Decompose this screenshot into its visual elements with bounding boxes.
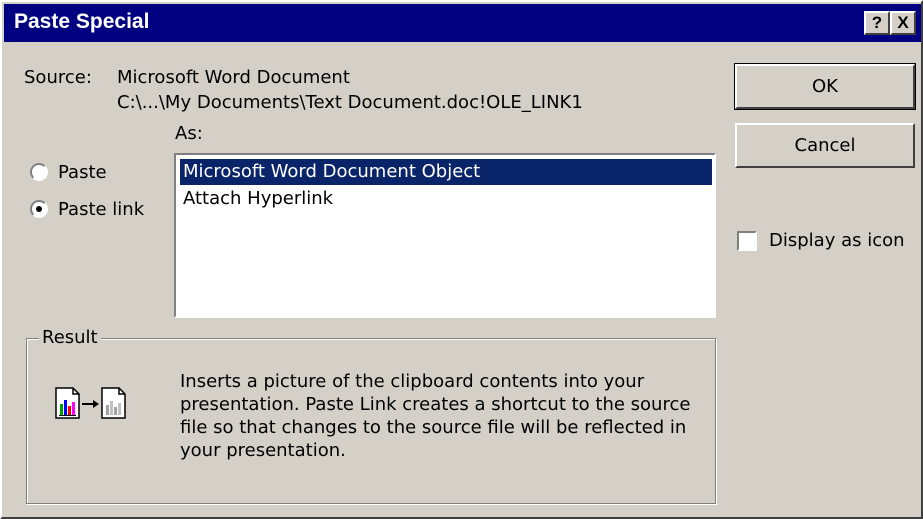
list-item-attach-hyperlink[interactable]: Attach Hyperlink — [180, 186, 333, 212]
help-button[interactable]: ? — [864, 11, 890, 35]
close-button[interactable]: X — [890, 11, 916, 35]
arrow-right-icon — [82, 400, 99, 408]
radio-selected-dot — [36, 206, 42, 212]
paste-radio-label: Paste — [58, 162, 107, 183]
list-item-word-document-object[interactable]: Microsoft Word Document Object — [180, 159, 712, 185]
clipboard-chart-icon — [55, 387, 80, 419]
dialog-title: Paste Special — [14, 10, 150, 33]
display-as-icon-label: Display as icon — [769, 230, 905, 251]
source-label: Source: — [24, 67, 92, 88]
result-description: Inserts a picture of the clipboard conte… — [180, 371, 691, 461]
title-bar[interactable]: Paste Special ? X — [4, 4, 921, 42]
paste-link-radio-label: Paste link — [58, 199, 145, 220]
result-label: Result — [39, 327, 101, 348]
paste-special-dialog: Paste Special ? X Source: Microsoft Word… — [0, 0, 923, 519]
source-name: Microsoft Word Document — [117, 67, 350, 88]
paste-link-radio[interactable] — [30, 200, 48, 218]
paste-radio[interactable] — [30, 163, 48, 181]
as-listbox[interactable]: Microsoft Word Document Object Attach Hy… — [174, 153, 716, 318]
cancel-button[interactable]: Cancel — [735, 123, 915, 168]
ok-button[interactable]: OK — [734, 63, 916, 110]
source-path: C:\...\My Documents\Text Document.doc!OL… — [117, 92, 583, 113]
as-label: As: — [175, 123, 203, 144]
linked-document-icon — [101, 387, 126, 419]
paste-link-result-icon — [55, 387, 126, 419]
display-as-icon-checkbox[interactable] — [737, 231, 757, 251]
